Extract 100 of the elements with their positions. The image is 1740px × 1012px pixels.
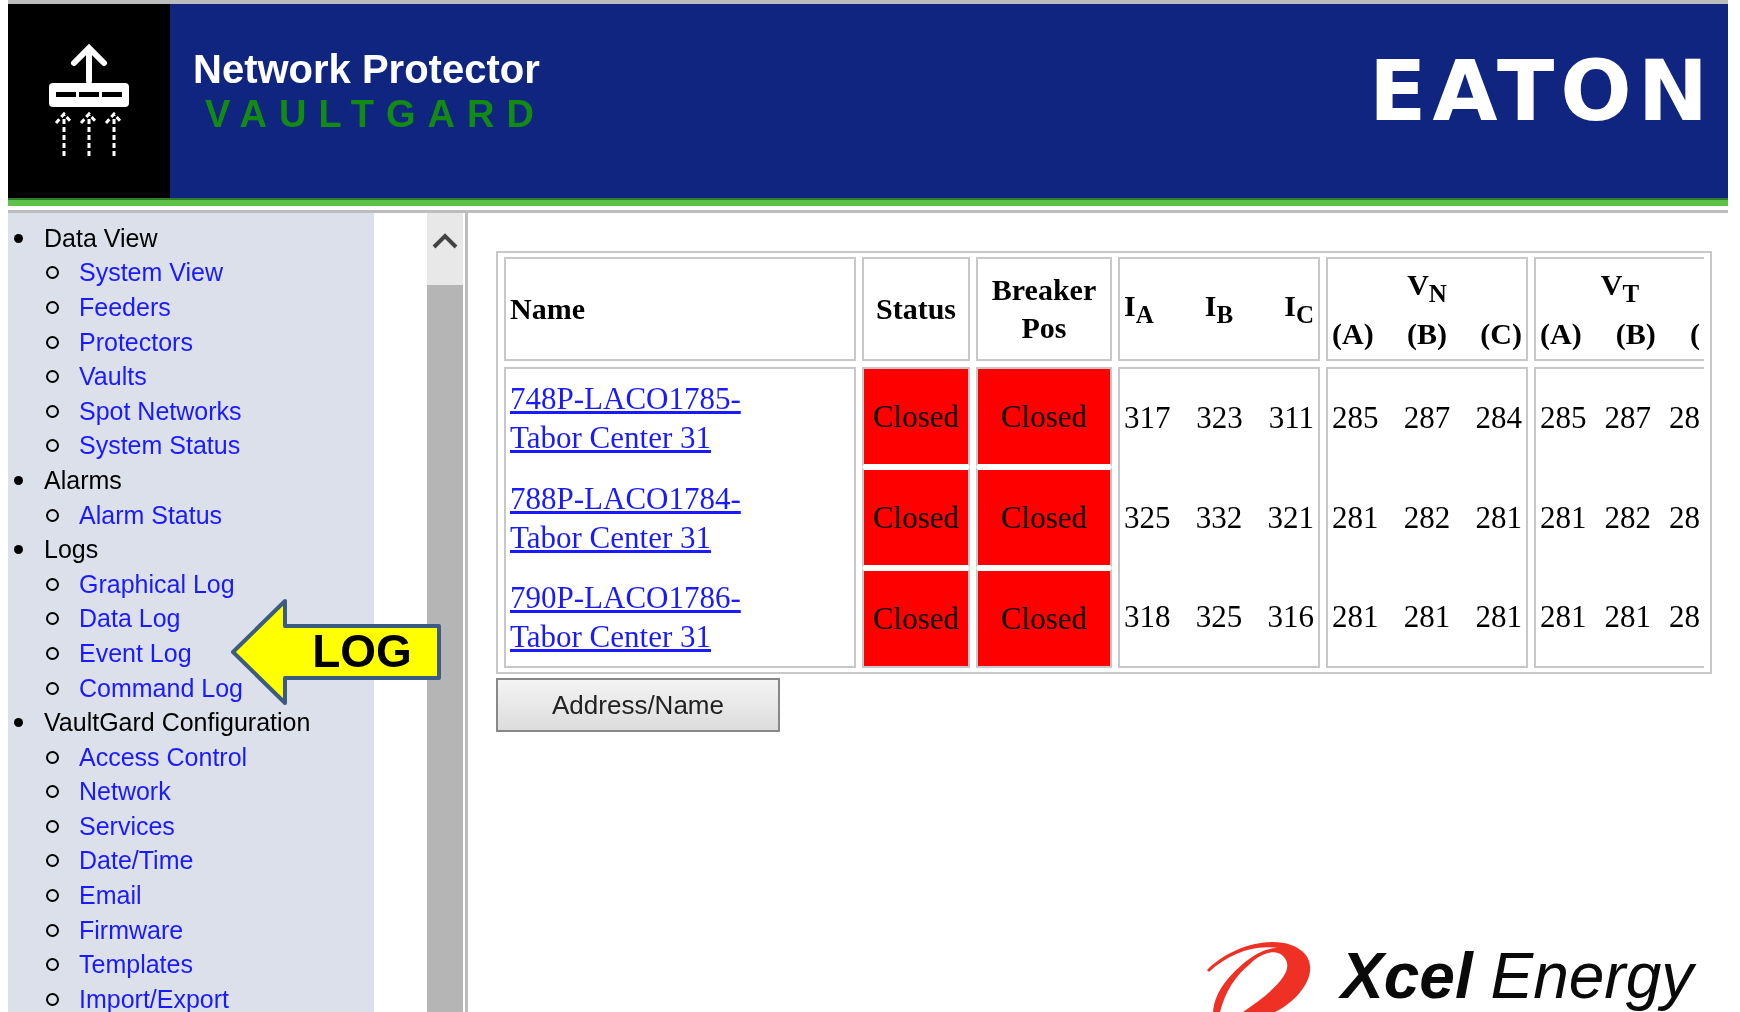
table-cell: 285 <box>1332 400 1379 436</box>
nav-link[interactable]: Access Control <box>79 742 248 772</box>
app-subtitle: VAULTGARD <box>204 92 547 136</box>
bullet-icon <box>14 545 23 555</box>
table-cell: 28 <box>1669 400 1700 436</box>
table-cell: 281 <box>1332 599 1379 635</box>
nav-link[interactable]: Command Log <box>79 673 243 703</box>
column-subheader: (B) <box>1615 315 1656 352</box>
address-name-button[interactable]: Address/Name <box>496 678 780 732</box>
table-cell: 287 <box>1604 400 1651 436</box>
column-subheader: (A) <box>1540 315 1582 352</box>
bullet-icon <box>46 335 59 349</box>
table-cell: 281 <box>1403 599 1451 635</box>
nav-link[interactable]: System View <box>79 258 224 288</box>
table-cell: 285 <box>1540 400 1587 436</box>
nav-link[interactable]: Alarm Status <box>79 500 223 530</box>
column-header: Breaker Pos <box>976 257 1112 361</box>
bullet-icon <box>46 854 59 868</box>
column-header: V$_{N}$ <box>1406 266 1448 309</box>
table-cell: 317 <box>1124 400 1171 436</box>
bullet-icon <box>14 718 23 728</box>
table-cell: 282 <box>1403 499 1451 536</box>
table-cell: 281 <box>1540 499 1587 536</box>
bullet-icon <box>46 992 59 1006</box>
table-cell: 316 <box>1267 599 1314 635</box>
column-header: V$_{T}$ <box>1599 266 1641 309</box>
nav-link[interactable]: Spot Networks <box>79 396 242 426</box>
table-cell: 325 <box>1124 499 1171 536</box>
column-subheader: ( <box>1690 315 1700 352</box>
bullet-icon <box>14 475 23 485</box>
bullet-icon <box>46 404 59 418</box>
status-cell: Closed <box>976 367 1112 467</box>
table-cell: 28 <box>1669 599 1700 635</box>
status-cell: Closed <box>862 367 970 467</box>
table-cell: 281 <box>1540 599 1587 635</box>
status-cell: Closed <box>862 568 970 668</box>
bullet-icon <box>46 370 59 384</box>
status-cell: Closed <box>976 568 1112 668</box>
bullet-icon <box>46 681 59 695</box>
nav-link[interactable]: Email <box>79 881 142 911</box>
brand-logo: EATON <box>1369 42 1714 140</box>
nav-heading: Data View <box>44 223 158 253</box>
bullet-icon <box>46 266 59 280</box>
bullet-icon <box>46 439 59 453</box>
nav-link[interactable]: System Status <box>79 431 241 461</box>
nav-link[interactable]: Templates <box>79 950 193 980</box>
bullet-icon <box>46 923 59 937</box>
nav-link[interactable]: Protectors <box>79 327 193 357</box>
nav-heading: Alarms <box>44 465 122 495</box>
bullet-icon <box>46 889 59 903</box>
nav-link[interactable]: Feeders <box>79 293 171 322</box>
swoosh-logo-icon <box>1205 940 1313 1012</box>
table-cell: 318 <box>1124 599 1171 635</box>
table-cell: 284 <box>1475 400 1522 436</box>
bullet-icon <box>46 577 59 591</box>
bullet-icon <box>14 233 23 243</box>
table-cell: 28 <box>1669 499 1700 536</box>
scroll-up-icon[interactable] <box>432 233 458 249</box>
table-cell: 281 <box>1475 499 1522 536</box>
bullet-icon <box>46 785 59 799</box>
bullet-icon <box>46 819 59 833</box>
column-subheader: (A) <box>1332 315 1374 352</box>
table-cell: 281 <box>1332 499 1379 536</box>
table-cell: 282 <box>1604 499 1651 536</box>
nav-heading: Logs <box>44 535 99 565</box>
bullet-icon <box>46 750 59 764</box>
table-cell: 332 <box>1195 499 1243 536</box>
table-cell: 281 <box>1475 599 1522 635</box>
bullet-icon <box>46 612 59 626</box>
column-header: Name <box>504 257 856 361</box>
table-cell: 281 <box>1604 599 1651 635</box>
bullet-icon <box>46 958 59 972</box>
column-subheader: (B) <box>1407 315 1447 352</box>
nav-link[interactable]: Event Log <box>79 638 192 668</box>
nav-link[interactable]: Graphical Log <box>79 569 235 599</box>
scrollbar[interactable] <box>427 213 463 1012</box>
status-cell: Closed <box>862 467 970 568</box>
bullet-icon <box>46 301 59 314</box>
bullet-icon <box>46 646 59 660</box>
callout-label: LOG <box>311 624 413 678</box>
nav-link[interactable]: Date/Time <box>79 846 194 876</box>
nav-link[interactable]: Services <box>79 811 175 841</box>
column-subheader: I$_{B}$ <box>1204 287 1234 330</box>
table-cell: 311 <box>1268 400 1314 436</box>
table-cell: 323 <box>1196 400 1243 436</box>
table-cell: 321 <box>1267 499 1314 536</box>
column-subheader: I$_{A}$ <box>1124 287 1154 330</box>
column-subheader: I$_{C}$ <box>1284 287 1314 330</box>
protector-link[interactable]: 788P-LACO1784-Tabor Center 31 <box>510 478 795 557</box>
nav-link[interactable]: Network <box>79 777 171 807</box>
app-title: Network Protector <box>193 46 541 92</box>
nav-heading: VaultGard Configuration <box>44 708 311 738</box>
column-subheader: (C) <box>1480 315 1522 352</box>
nav-link[interactable]: Firmware <box>79 915 184 945</box>
nav-link[interactable]: Vaults <box>79 362 147 392</box>
nav-link[interactable]: Data Log <box>79 604 181 634</box>
table-cell: 325 <box>1195 599 1243 635</box>
table-cell: 287 <box>1403 400 1451 436</box>
status-cell: Closed <box>976 467 1112 568</box>
column-header: Status <box>862 257 970 361</box>
